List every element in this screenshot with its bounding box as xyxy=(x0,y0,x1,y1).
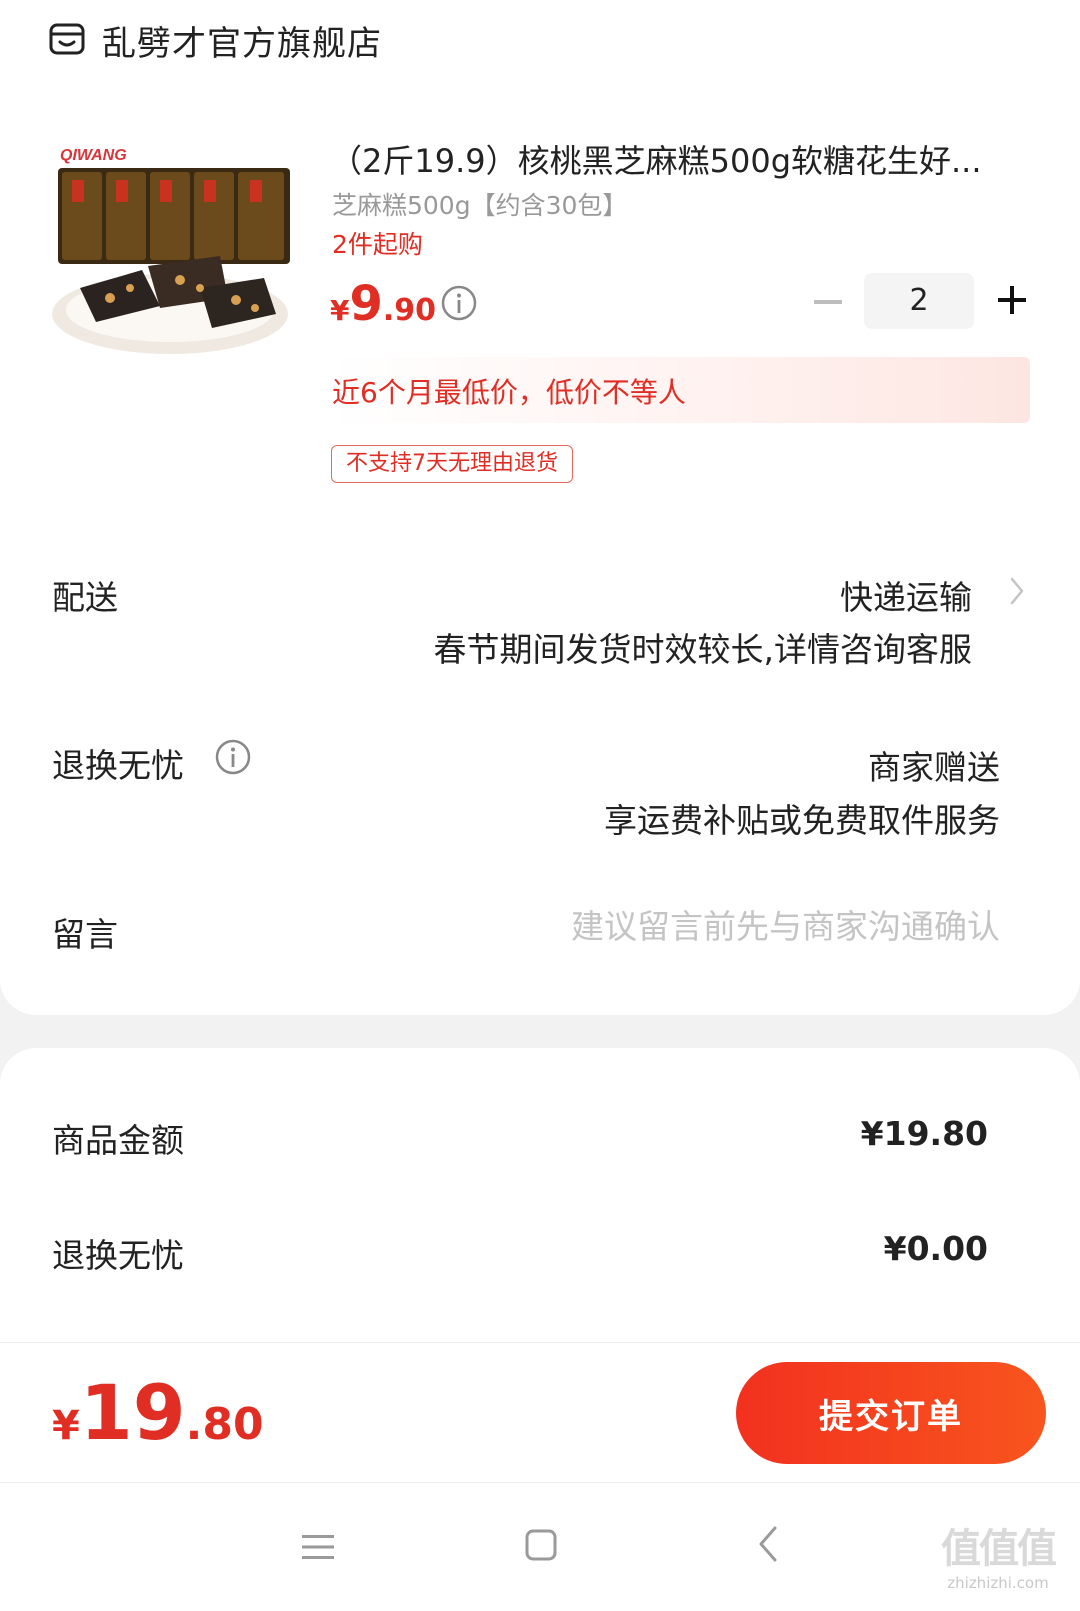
message-label: 留言 xyxy=(52,915,118,954)
total-decimal: .80 xyxy=(185,1399,264,1450)
summary-row-return: 退换无忧 ¥0.00 xyxy=(52,1229,988,1277)
submit-order-button[interactable]: 提交订单 xyxy=(736,1362,1046,1464)
price-integer: 9 xyxy=(349,276,383,332)
home-icon[interactable] xyxy=(523,1527,559,1563)
shipping-note: 春节期间发货时效较长,详情咨询客服 xyxy=(433,630,973,669)
total-integer: 19 xyxy=(79,1368,186,1457)
store-name: 乱劈才官方旗舰店 xyxy=(102,23,382,64)
store-icon xyxy=(49,23,85,55)
price-info-icon[interactable] xyxy=(440,284,478,322)
price-summary-card xyxy=(0,1048,1080,1348)
total-currency: ¥ xyxy=(52,1403,80,1449)
chevron-right-icon[interactable] xyxy=(1006,573,1028,609)
product-title[interactable]: （2斤19.9）核桃黑芝麻糕500g软糖花生好... xyxy=(330,136,1030,182)
menu-icon[interactable] xyxy=(300,1530,336,1564)
min-purchase-note: 2件起购 xyxy=(332,230,423,259)
summary-value: ¥19.80 xyxy=(860,1114,988,1153)
product-thumbnail[interactable]: QIWANG xyxy=(50,138,298,360)
return-info-icon[interactable] xyxy=(214,738,252,776)
return-service-value: 商家赠送 xyxy=(868,748,1000,787)
watermark-logo: 值值值 zhizhizhi.com xyxy=(926,1524,1070,1604)
lowest-price-text: 近6个月最低价，低价不等人 xyxy=(332,376,686,409)
quantity-value[interactable]: 2 xyxy=(864,273,974,329)
store-header[interactable]: 乱劈才官方旗舰店 xyxy=(48,18,382,64)
unit-price: ¥ 9 .90 xyxy=(330,280,436,328)
watermark-sub: zhizhizhi.com xyxy=(947,1574,1049,1592)
no-return-tag: 不支持7天无理由退货 xyxy=(331,445,573,483)
brand-logo: QIWANG xyxy=(60,147,127,164)
shipping-method[interactable]: 快递运输 xyxy=(840,571,972,619)
watermark-main: 值值值 xyxy=(941,1526,1057,1572)
price-currency: ¥ xyxy=(330,294,350,327)
total-price: ¥ 19 .80 xyxy=(52,1375,264,1451)
price-decimal: .90 xyxy=(382,293,437,328)
order-confirm-page: 乱劈才官方旗舰店 QIWANG （2斤19.9）核桃黑芝麻糕500g软糖花生好.… xyxy=(0,0,1080,1611)
return-service-label: 退换无忧 xyxy=(52,746,184,785)
product-photo: QIWANG xyxy=(50,138,298,360)
decrease-quantity-button[interactable] xyxy=(808,282,848,322)
summary-value: ¥0.00 xyxy=(883,1229,988,1268)
summary-row-goods: 商品金额 ¥19.80 xyxy=(52,1114,988,1162)
increase-quantity-button[interactable] xyxy=(992,280,1032,320)
summary-label: 退换无忧 xyxy=(52,1236,184,1275)
return-service-note: 享运费补贴或免费取件服务 xyxy=(604,801,1000,840)
shipping-label: 配送 xyxy=(52,578,118,617)
product-spec[interactable]: 芝麻糕500g【约含30包】 xyxy=(332,186,627,222)
summary-label: 商品金额 xyxy=(52,1121,184,1160)
message-input[interactable] xyxy=(480,900,1000,952)
back-icon[interactable] xyxy=(756,1524,780,1564)
